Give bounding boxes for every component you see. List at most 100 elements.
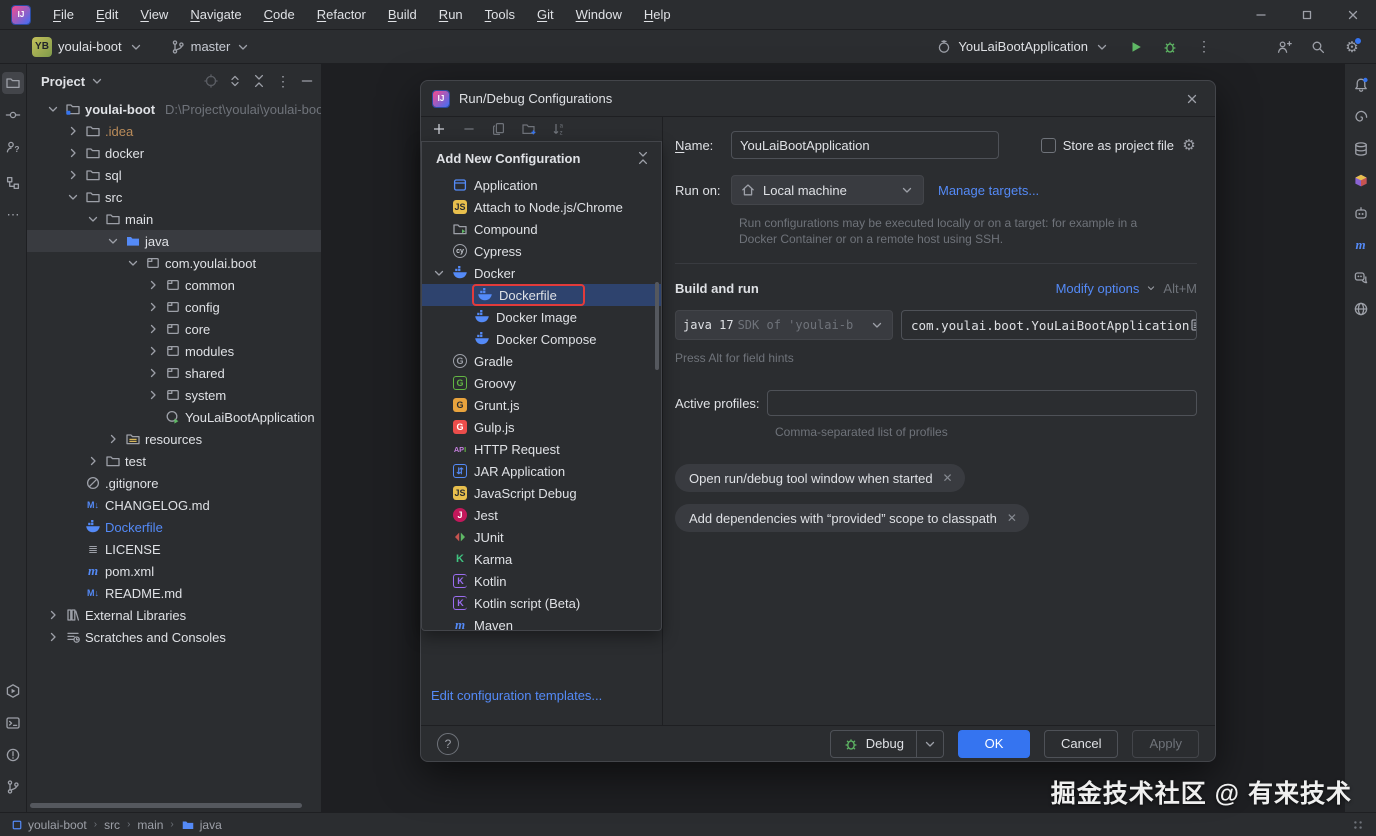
- chevron-right-icon[interactable]: [65, 123, 81, 139]
- branch-selector[interactable]: master: [170, 39, 252, 55]
- tree-item-modules[interactable]: modules: [27, 340, 321, 362]
- tree-chevron[interactable]: [105, 431, 121, 447]
- run-configuration-selector[interactable]: YouLaiBootApplication: [930, 36, 1116, 58]
- config-type-jar-application[interactable]: ⇵JAR Application: [422, 460, 661, 482]
- rail-notifications-bell-button[interactable]: [1350, 74, 1372, 96]
- activity-commit-button[interactable]: [2, 104, 24, 126]
- project-selector[interactable]: YB youlai-boot: [32, 37, 144, 57]
- chevron-right-icon[interactable]: [145, 277, 161, 293]
- tree-item-test[interactable]: test: [27, 450, 321, 472]
- tree-item-changelog-md[interactable]: M↓CHANGELOG.md: [27, 494, 321, 516]
- config-type-cypress[interactable]: cyCypress: [422, 240, 661, 262]
- rail-maven-button[interactable]: m: [1350, 234, 1372, 256]
- config-type-compound[interactable]: Compound: [422, 218, 661, 240]
- chevron-right-icon[interactable]: [145, 321, 161, 337]
- add-configuration-icon[interactable]: [431, 121, 447, 137]
- config-type-gulp-js[interactable]: GGulp.js: [422, 416, 661, 438]
- menu-window[interactable]: Window: [567, 4, 631, 25]
- activity-problems-button[interactable]: [2, 744, 24, 766]
- chevron-down-icon[interactable]: [45, 101, 61, 117]
- browse-list-icon[interactable]: [1189, 317, 1197, 333]
- activity-git-branch-button[interactable]: [2, 776, 24, 798]
- config-type-karma[interactable]: KKarma: [422, 548, 661, 570]
- expand-all-icon[interactable]: [227, 73, 243, 89]
- chevron-right-icon[interactable]: [45, 607, 61, 623]
- tree-chevron[interactable]: [145, 299, 161, 315]
- menu-file[interactable]: File: [44, 4, 83, 25]
- tree-chevron[interactable]: [145, 365, 161, 381]
- project-panel-title[interactable]: Project: [41, 74, 85, 89]
- jdk-dropdown[interactable]: java 17 SDK of 'youlai-b: [675, 310, 893, 340]
- tree-item-core[interactable]: core: [27, 318, 321, 340]
- config-type-kotlin[interactable]: KKotlin: [422, 570, 661, 592]
- tree-item-readme-md[interactable]: M↓README.md: [27, 582, 321, 604]
- rail-ai-spiral-button[interactable]: [1350, 106, 1372, 128]
- menu-refactor[interactable]: Refactor: [308, 4, 375, 25]
- chevron-right-icon[interactable]: [145, 299, 161, 315]
- tree-item-license[interactable]: ≣LICENSE: [27, 538, 321, 560]
- breadcrumb-main[interactable]: main: [137, 818, 163, 832]
- tree-item-pom-xml[interactable]: mpom.xml: [27, 560, 321, 582]
- tree-chevron[interactable]: [65, 189, 81, 205]
- dialog-close-icon[interactable]: [1181, 88, 1203, 110]
- tree-chevron[interactable]: [85, 453, 101, 469]
- tree-item-resources[interactable]: resources: [27, 428, 321, 450]
- config-type-dockerfile[interactable]: Dockerfile: [422, 284, 661, 306]
- status-grid-icon[interactable]: [1350, 817, 1366, 833]
- option-chip[interactable]: Add dependencies with “provided” scope t…: [675, 504, 1029, 532]
- new-folder-icon[interactable]: [521, 121, 537, 137]
- run-on-dropdown[interactable]: Local machine: [731, 175, 924, 205]
- config-type-http-request[interactable]: APIHTTP Request: [422, 438, 661, 460]
- collapse-all-icon[interactable]: [251, 73, 267, 89]
- sort-configurations-icon[interactable]: az: [551, 121, 567, 137]
- search-everywhere-button[interactable]: [1304, 33, 1332, 61]
- menu-navigate[interactable]: Navigate: [181, 4, 250, 25]
- run-button[interactable]: [1122, 33, 1150, 61]
- config-type-docker[interactable]: Docker: [422, 262, 661, 284]
- tree-chevron[interactable]: [145, 321, 161, 337]
- hide-panel-icon[interactable]: [299, 73, 315, 89]
- active-profiles-input[interactable]: [767, 390, 1197, 416]
- collapse-popup-icon[interactable]: [635, 150, 651, 166]
- cancel-button[interactable]: Cancel: [1044, 730, 1118, 758]
- menu-tools[interactable]: Tools: [476, 4, 524, 25]
- locate-target-icon[interactable]: [203, 73, 219, 89]
- tree-item-docker[interactable]: docker: [27, 142, 321, 164]
- chip-remove-icon[interactable]: ✕: [1007, 511, 1017, 525]
- activity-project-button[interactable]: [2, 72, 24, 94]
- chevron-right-icon[interactable]: [105, 431, 121, 447]
- config-type-maven[interactable]: mMaven: [422, 614, 661, 631]
- tree-chevron[interactable]: [65, 123, 81, 139]
- option-chip[interactable]: Open run/debug tool window when started✕: [675, 464, 965, 492]
- config-type-jest[interactable]: JJest: [422, 504, 661, 526]
- minimize-button[interactable]: [1238, 0, 1284, 30]
- config-type-kotlin-script-beta-[interactable]: KKotlin script (Beta): [422, 592, 661, 614]
- menu-help[interactable]: Help: [635, 4, 680, 25]
- settings-button[interactable]: ⚙: [1338, 33, 1366, 61]
- chevron-right-icon[interactable]: [145, 365, 161, 381]
- tree-item-com-youlai-boot[interactable]: com.youlai.boot: [27, 252, 321, 274]
- tree-item-java[interactable]: java: [27, 230, 321, 252]
- chevron-down-icon[interactable]: [105, 233, 121, 249]
- config-type-javascript-debug[interactable]: JSJavaScript Debug: [422, 482, 661, 504]
- main-class-field[interactable]: com.youlai.boot.YouLaiBootApplication: [901, 310, 1197, 340]
- config-type-attach-to-node-js-chrome[interactable]: JSAttach to Node.js/Chrome: [422, 196, 661, 218]
- more-actions-button[interactable]: ⋮: [1190, 33, 1218, 61]
- config-type-junit[interactable]: JUnit: [422, 526, 661, 548]
- tree-item-scratches-and-consoles[interactable]: Scratches and Consoles: [27, 626, 321, 648]
- tree-item--gitignore[interactable]: .gitignore: [27, 472, 321, 494]
- chevron-right-icon[interactable]: [145, 387, 161, 403]
- activity-structure-button[interactable]: [2, 172, 24, 194]
- rail-database-button[interactable]: [1350, 138, 1372, 160]
- config-type-grunt-js[interactable]: GGrunt.js: [422, 394, 661, 416]
- rail-bot-button[interactable]: [1350, 202, 1372, 224]
- chevron-down-icon[interactable]: [125, 255, 141, 271]
- activity-more-button[interactable]: ⋯: [2, 204, 24, 226]
- ok-button[interactable]: OK: [958, 730, 1030, 758]
- tree-item-sql[interactable]: sql: [27, 164, 321, 186]
- debug-button[interactable]: [1156, 33, 1184, 61]
- chevron-right-icon[interactable]: [65, 145, 81, 161]
- tree-item-src[interactable]: src: [27, 186, 321, 208]
- tree-chevron[interactable]: [85, 211, 101, 227]
- menu-build[interactable]: Build: [379, 4, 426, 25]
